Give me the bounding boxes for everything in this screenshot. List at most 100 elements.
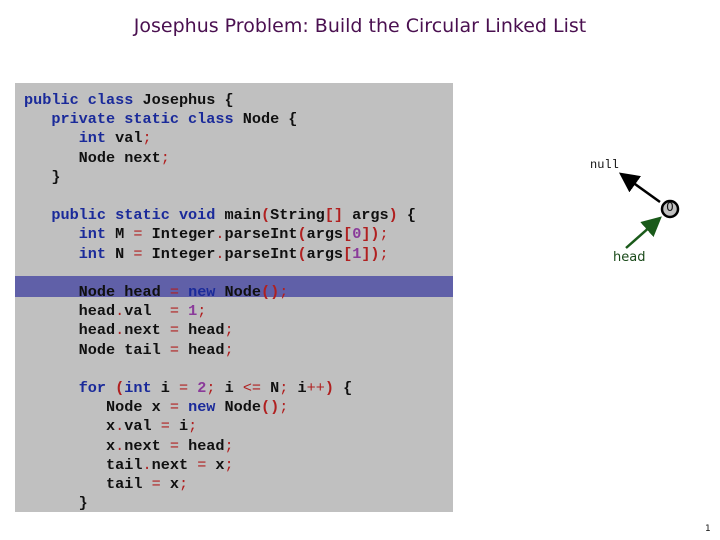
- code-token: .: [215, 225, 225, 244]
- code-token: }: [24, 494, 88, 513]
- code-token: Integer: [142, 244, 216, 263]
- code-token: =: [197, 455, 207, 474]
- code-token: int: [78, 225, 107, 244]
- code-token: .: [215, 244, 225, 263]
- code-token: =: [178, 379, 189, 398]
- code-token: =: [169, 436, 179, 455]
- code-line: int val;: [24, 129, 416, 148]
- code-token: ]): [361, 244, 380, 263]
- code-token: ): [388, 206, 398, 225]
- code-token: head: [24, 321, 116, 340]
- code-token: ;: [178, 475, 189, 494]
- code-token: x: [206, 455, 225, 474]
- code-token: N: [261, 379, 280, 398]
- head-label: head: [613, 250, 646, 265]
- code-token: Josephus {: [133, 91, 234, 109]
- code-token: i: [169, 417, 189, 436]
- code-token: x: [160, 475, 179, 494]
- code-token: args: [306, 244, 344, 263]
- code-token: Node x: [24, 398, 170, 417]
- code-token: .: [115, 417, 125, 436]
- code-token: ++: [306, 379, 325, 398]
- code-token: <=: [242, 379, 262, 398]
- code-line: private static class Node {: [24, 110, 416, 129]
- code-token: i: [151, 379, 179, 398]
- code-token: int: [124, 379, 152, 398]
- code-token: .: [142, 455, 152, 474]
- code-token: next: [124, 436, 170, 455]
- code-line: Node head = new Node();: [24, 283, 416, 302]
- slide-title: Josephus Problem: Build the Circular Lin…: [133, 15, 587, 37]
- next-pointer-arrow: [618, 172, 661, 204]
- code-token: (): [261, 398, 280, 417]
- code-token: .: [115, 436, 125, 455]
- code-token: Node head: [24, 283, 170, 302]
- code-token: head: [178, 340, 225, 359]
- code-token: args: [306, 225, 344, 244]
- code-token: public class: [24, 91, 134, 109]
- code-token: ;: [160, 148, 170, 167]
- code-token: head: [24, 302, 116, 321]
- code-token: head: [178, 436, 225, 455]
- code-token: ;: [142, 129, 152, 148]
- code-line: tail.next = x;: [24, 456, 416, 475]
- code-token: Node {: [233, 110, 298, 129]
- code-token: main: [215, 206, 261, 225]
- null-label: null: [590, 158, 619, 172]
- code-token: =: [169, 283, 179, 302]
- code-token: int: [78, 129, 107, 148]
- code-token: Node: [215, 398, 261, 417]
- code-token: .: [115, 321, 125, 340]
- code-token: =: [169, 302, 179, 321]
- code-token: Node: [215, 283, 261, 302]
- code-token: =: [160, 417, 170, 436]
- code-token: ;: [279, 398, 289, 417]
- code-token: =: [133, 225, 143, 244]
- code-line: head.next = head;: [24, 321, 416, 340]
- code-token: (: [260, 206, 271, 225]
- code-line: for (int i = 2; i <= N; i++) {: [24, 379, 416, 398]
- code-token: new: [188, 398, 216, 417]
- code-token: M: [106, 225, 134, 244]
- code-token: ): [324, 379, 334, 398]
- code-token: ;: [188, 417, 198, 436]
- code-token: (): [261, 283, 280, 302]
- code-line: tail = x;: [24, 475, 416, 494]
- code-token: =: [169, 321, 179, 340]
- code-token: 2: [197, 379, 207, 398]
- code-token: parseInt: [224, 225, 298, 244]
- code-line: Node next;: [24, 149, 416, 168]
- code-token: [: [343, 225, 353, 244]
- code-line: int N = Integer.parseInt(args[1]);: [24, 245, 416, 264]
- code-token: =: [169, 398, 179, 417]
- code-token: .: [115, 302, 125, 321]
- code-token: i: [215, 379, 243, 398]
- code-token: [: [343, 244, 353, 263]
- code-token: tail: [24, 455, 143, 474]
- code-token: 1: [352, 244, 362, 263]
- code-token: x: [24, 417, 116, 436]
- code-token: Node next: [24, 148, 161, 167]
- code-token: Node tail: [24, 340, 170, 359]
- code-token: ;: [224, 436, 234, 455]
- code-token: ;: [279, 283, 289, 302]
- code-line: }: [24, 494, 416, 513]
- code-token: =: [151, 475, 161, 494]
- code-listing: public class Josephus { private static c…: [24, 91, 416, 513]
- code-token: new: [188, 283, 216, 302]
- code-token: =: [133, 244, 143, 263]
- code-line: public static void main(String[] args) {: [24, 206, 416, 225]
- code-line: int M = Integer.parseInt(args[0]);: [24, 225, 416, 244]
- code-token: ;: [379, 225, 389, 244]
- code-token: ;: [224, 340, 234, 359]
- code-token: ;: [224, 321, 234, 340]
